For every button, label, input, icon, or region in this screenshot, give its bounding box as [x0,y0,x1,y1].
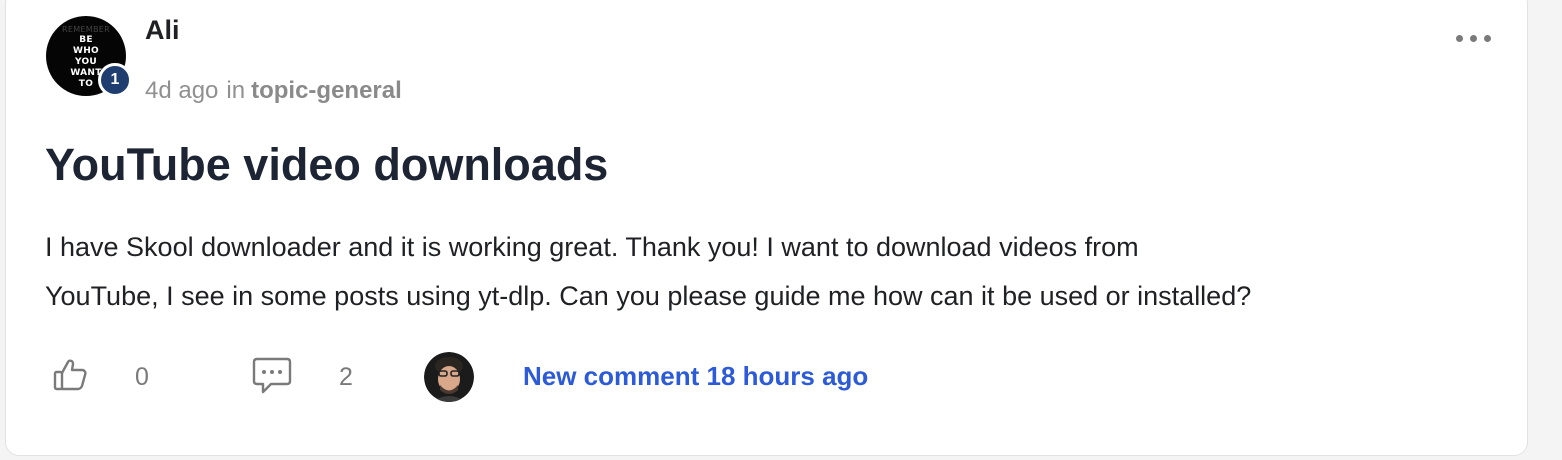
post-time: 4d ago [145,77,219,104]
post-title[interactable]: YouTube video downloads [45,139,608,191]
comment-icon[interactable] [251,355,293,397]
author-name[interactable]: Ali [145,15,180,46]
post-body-line: YouTube, I see in some posts using yt-dl… [45,281,1252,311]
avatar-line: WHO [72,46,99,56]
post-body-line: I have Skool downloader and it is workin… [45,232,1139,262]
post-card[interactable]: REMEMBER BE WHO YOU WANT TO 1 Ali 4d ago… [5,0,1528,456]
in-label: in [226,77,246,104]
avatar-line: REMEMBER [62,25,110,34]
post-body: I have Skool downloader and it is workin… [45,223,1485,321]
more-icon[interactable] [1454,29,1494,49]
post-meta: 4d ago in topic-general [145,77,402,105]
like-count: 0 [135,363,149,391]
avatar-line: BE [79,35,93,45]
commenter-avatar[interactable] [424,352,474,402]
thumbs-up-icon[interactable] [52,356,88,392]
last-comment-link[interactable]: New comment 18 hours ago [523,361,868,392]
comment-count: 2 [339,363,353,391]
category-link[interactable]: topic-general [251,77,402,104]
level-badge: 1 [98,63,132,97]
